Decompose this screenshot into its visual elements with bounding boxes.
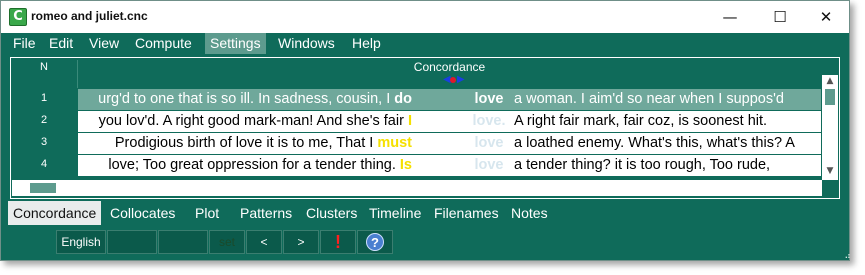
context-right: a woman. I aim'd so near when I suppos'd [514,91,784,107]
minimize-button[interactable]: — [707,1,753,33]
menu-help[interactable]: Help [347,33,386,54]
menu-view[interactable]: View [84,33,124,54]
next-button[interactable]: > [283,230,319,254]
maximize-button[interactable]: ☐ [757,1,803,33]
row-number: 1 [40,92,48,104]
search-word: love [474,157,504,173]
alert-icon[interactable]: ! [320,230,356,254]
l1-word: must [377,135,412,151]
menu-windows[interactable]: Windows [273,33,340,54]
l1-word: Is [399,157,412,173]
row-number: 3 [40,136,48,148]
context-right: a tender thing? it is too rough, Too rud… [514,157,771,173]
context-left: love; Too great oppression for a tender … [108,157,412,173]
search-word: love [474,91,504,107]
menu-file[interactable]: File [8,33,41,54]
row-number: 4 [40,158,48,170]
context-left: Prodigious birth of love it is to me, Th… [114,135,412,151]
center-marker-icon [450,77,456,83]
help-icon: ? [366,233,384,251]
table-row[interactable]: you lov'd. A right good mark-man! And sh… [78,111,821,132]
context-left: urg'd to one that is so ill. In sadness,… [98,91,412,107]
app-icon: C [9,8,27,26]
column-header-n[interactable]: N [12,60,76,76]
scroll-down-icon[interactable]: ▼ [822,165,838,177]
scroll-up-icon[interactable]: ▲ [822,75,838,87]
menu-settings[interactable]: Settings [205,33,266,54]
status-cell-empty [107,230,157,254]
tab-patterns[interactable]: Patterns [235,201,297,225]
search-word: love [474,135,504,151]
resize-grip-icon[interactable]: ⣠ [844,248,851,259]
tab-clusters[interactable]: Clusters [301,201,362,225]
vertical-scrollbar[interactable]: ▲ ▼ [822,75,838,180]
column-divider [77,60,78,88]
row-number: 2 [40,114,48,126]
table-row[interactable]: urg'd to one that is so ill. In sadness,… [78,89,821,110]
horizontal-scrollbar[interactable] [12,180,822,196]
tab-timeline[interactable]: Timeline [364,201,426,225]
menu-edit[interactable]: Edit [44,33,78,54]
l1-word: I [407,113,412,129]
context-right: a loathed enemy. What's this, what's thi… [514,135,795,151]
help-button[interactable]: ? [357,230,393,254]
table-row[interactable]: love; Too great oppression for a tender … [78,155,821,176]
context-right: A right fair mark, fair coz, is soonest … [514,113,768,129]
title-bar: C romeo and juliet.cnc — ☐ ✕ [1,1,849,33]
status-bar: English set < > ! ? [56,230,416,255]
close-button[interactable]: ✕ [803,1,849,33]
tab-notes[interactable]: Notes [506,201,553,225]
right-arrow-icon: ▶ [457,74,465,85]
menu-bar: File Edit View Compute Settings Windows … [1,33,849,54]
vertical-scroll-thumb[interactable] [825,89,835,105]
tab-filenames[interactable]: Filenames [429,201,504,225]
tab-concordance[interactable]: Concordance [8,201,102,225]
language-indicator[interactable]: English [56,230,106,254]
previous-button[interactable]: < [246,230,282,254]
menu-compute[interactable]: Compute [130,33,197,54]
table-row[interactable]: Prodigious birth of love it is to me, Th… [78,133,821,154]
context-left: you lov'd. A right good mark-man! And sh… [98,113,412,129]
l1-word: do [394,91,412,107]
window-title: romeo and juliet.cnc [31,9,148,23]
status-cell-empty [158,230,208,254]
search-word: love. [472,113,506,129]
set-button[interactable]: set [209,230,245,254]
tab-collocates[interactable]: Collocates [105,201,180,225]
tab-bar: Concordance Collocates Plot Patterns Clu… [8,201,838,225]
tab-plot[interactable]: Plot [190,201,224,225]
horizontal-scroll-thumb[interactable] [30,183,56,193]
